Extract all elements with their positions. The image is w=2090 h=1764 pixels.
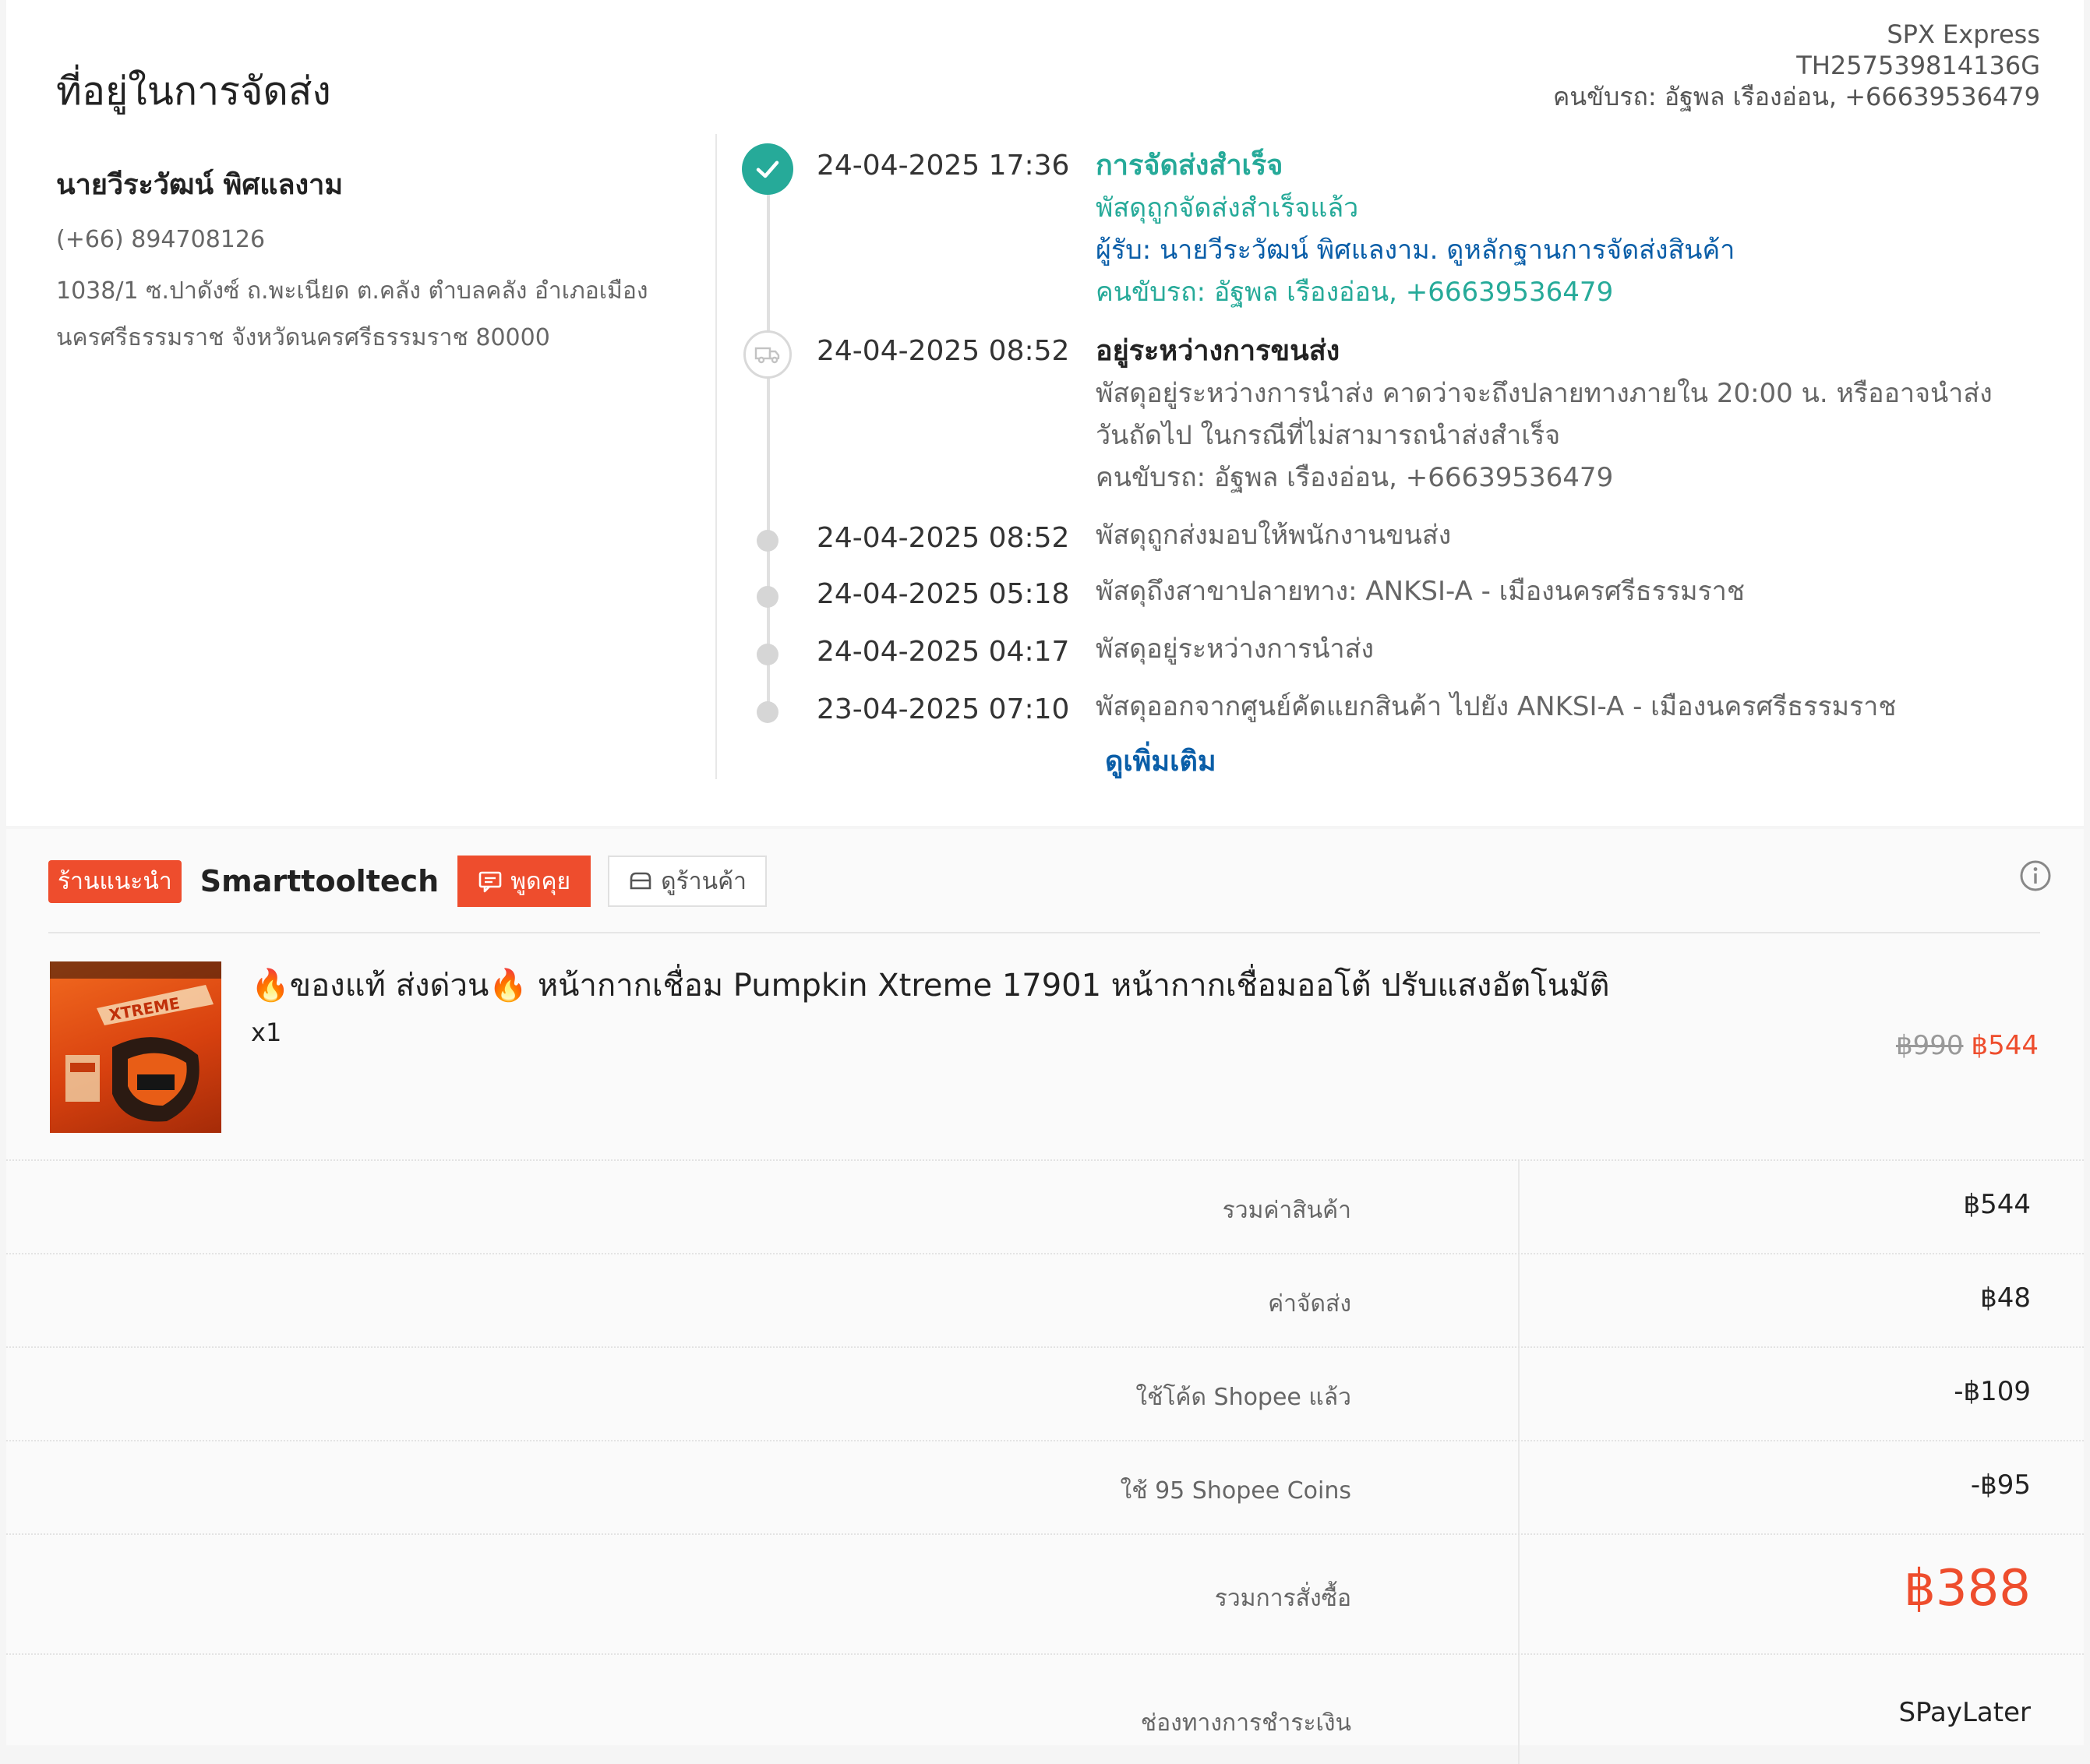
event-detail: พัสดุอยู่ระหว่างการนำส่ง [1096,633,1374,665]
delivery-proof-link[interactable]: ดูหลักฐานการจัดส่งสินค้า [1446,235,1735,266]
carrier-info: SPX Express TH257539814136G คนขับรถ: อัฐ… [1553,19,2040,112]
product-quantity: x1 [251,1018,282,1047]
event-detail: พัสดุถึงสาขาปลายทาง: ANKSI-A - เมืองนครศ… [1096,576,1745,607]
event-time: 24-04-2025 08:52 [817,335,1070,367]
section-divider [715,134,717,779]
payment-method-row: ช่องทางการชำระเงิน SPayLater [6,1653,2084,1764]
timeline-line [767,170,770,715]
info-icon[interactable] [2018,859,2053,893]
summary-value: ฿48 [1980,1282,2031,1314]
event-status: การจัดส่งสำเร็จ [1096,150,1283,182]
view-shop-button[interactable]: ดูร้านค้า [608,856,767,907]
column-separator [1518,1254,1520,1346]
order-items-card: ร้านแนะนำ Smarttooltech พูดคุย ดูร้านค้า… [6,829,2084,1764]
truck-icon [743,330,792,379]
carrier-name: SPX Express [1887,19,2040,49]
column-separator [1518,1535,1520,1653]
address-section-title: ที่อยู่ในการจัดส่ง [56,69,331,114]
event-detail: พัสดุถูกจัดส่งสำเร็จแล้ว [1096,192,1359,224]
event-detail-line1: พัสดุอยู่ระหว่างการนำส่ง คาดว่าจะถึงปลาย… [1096,378,1993,409]
summary-value: -฿109 [1954,1376,2031,1407]
summary-label: ค่าจัดส่ง [1268,1290,1351,1318]
delivered-check-icon [742,143,793,195]
timeline-event-delivered: การจัดส่งสำเร็จ พัสดุถูกจัดส่งสำเร็จแล้ว… [1096,145,2062,313]
recipient-address: 1038/1 ซ.ปาดังซ์ ถ.พะเนียด ต.คลัง ตำบลคล… [56,268,695,362]
timeline-dot [757,586,778,608]
event-time: 24-04-2025 05:18 [817,578,1070,610]
discounted-price: ฿544 [1971,1030,2039,1061]
event-driver: คนขับรถ: อัฐพล เรืองอ่อน, +66639536479 [1096,277,1614,308]
product-title[interactable]: 🔥ของแท้ ส่งด่วน🔥 หน้ากากเชื่อม Pumpkin X… [251,960,1609,1010]
event-time: 24-04-2025 17:36 [817,150,1070,182]
tracking-number[interactable]: TH257539814136G [1553,50,2040,81]
event-status: อยู่ระหว่างการขนส่ง [1096,335,1340,367]
chat-icon [478,871,502,893]
column-separator [1518,1161,1520,1253]
summary-label: ใช้ 95 Shopee Coins [1120,1477,1351,1505]
summary-row: ใช้โค้ด Shopee แล้ว -฿109 [6,1346,2084,1440]
shop-icon [630,872,651,890]
summary-row: รวมค่าสินค้า ฿544 [6,1159,2084,1253]
product-price: ฿990 ฿544 [1896,1030,2039,1061]
recipient-phone: (+66) 894708126 [56,226,266,253]
order-total-row: รวมการสั่งซื้อ ฿388 [6,1533,2084,1653]
shop-name[interactable]: Smarttooltech [200,864,439,898]
timeline-dot [757,530,778,552]
summary-row: ค่าจัดส่ง ฿48 [6,1253,2084,1346]
recipient-name: นายวีระวัฒน์ พิศแลงาม [56,169,344,201]
timeline-event-in-transit: อยู่ระหว่างการขนส่ง พัสดุอยู่ระหว่างการน… [1096,330,2062,499]
order-detail-page: ที่อยู่ในการจัดส่ง SPX Express TH2575398… [0,0,2090,1764]
event-detail: พัสดุถูกส่งมอบให้พนักงานขนส่ง [1096,520,1452,551]
see-more-link[interactable]: ดูเพิ่มเติม [1105,739,1216,783]
summary-label: รวมค่าสินค้า [1222,1197,1351,1224]
payment-method-label: ช่องทางการชำระเงิน [1140,1709,1351,1737]
shop-divider [48,932,2040,933]
event-receiver: ผู้รับ: นายวีระวัฒน์ พิศแลงาม. [1096,235,1439,266]
order-total-value: ฿388 [1904,1560,2031,1618]
event-detail-line2: วันถัดไป ในกรณีที่ไม่สามารถนำส่งสำเร็จ [1096,420,1561,451]
summary-value: -฿95 [1970,1469,2031,1501]
chat-button[interactable]: พูดคุย [457,856,591,907]
timeline-dot [757,701,778,723]
timeline-dot [757,644,778,665]
order-summary: รวมค่าสินค้า ฿544 ค่าจัดส่ง ฿48 ใช้โค้ด … [6,1159,2084,1764]
carrier-driver: คนขับรถ: อัฐพล เรืองอ่อน, +66639536479 [1552,82,2040,111]
event-time: 24-04-2025 08:52 [817,522,1070,554]
product-thumbnail[interactable]: XTREME [50,961,221,1133]
preferred-shop-badge: ร้านแนะนำ [48,859,182,903]
chat-button-label: พูดคุย [510,867,571,895]
delivery-address-card: ที่อยู่ในการจัดส่ง SPX Express TH2575398… [6,0,2084,826]
order-total-label: รวมการสั่งซื้อ [1214,1585,1351,1612]
original-price: ฿990 [1895,1030,1964,1061]
event-time: 24-04-2025 04:17 [817,636,1070,668]
event-time: 23-04-2025 07:10 [817,693,1070,725]
column-separator [1518,1655,1520,1764]
summary-value: ฿544 [1963,1189,2031,1220]
column-separator [1518,1348,1520,1440]
payment-method-value: SPayLater [1898,1697,2031,1728]
column-separator [1518,1441,1520,1533]
shop-header: ร้านแนะนำ Smarttooltech พูดคุย ดูร้านค้า [48,856,767,907]
event-detail: พัสดุออกจากศูนย์คัดแยกสินค้า ไปยัง ANKSI… [1096,691,1897,722]
recipient-address-line2: นครศรีธรรมราช จังหวัดนครศรีธรรมราช 80000 [56,324,550,351]
event-driver: คนขับรถ: อัฐพล เรืองอ่อน, +66639536479 [1096,462,1614,493]
summary-row: ใช้ 95 Shopee Coins -฿95 [6,1440,2084,1533]
recipient-address-line1: 1038/1 ซ.ปาดังซ์ ถ.พะเนียด ต.คลัง ตำบลคล… [56,277,648,305]
summary-label: ใช้โค้ด Shopee แล้ว [1135,1384,1351,1411]
view-shop-label: ดูร้านค้า [661,867,747,895]
event-receiver-line: ผู้รับ: นายวีระวัฒน์ พิศแลงาม. ดูหลักฐาน… [1096,229,2062,271]
